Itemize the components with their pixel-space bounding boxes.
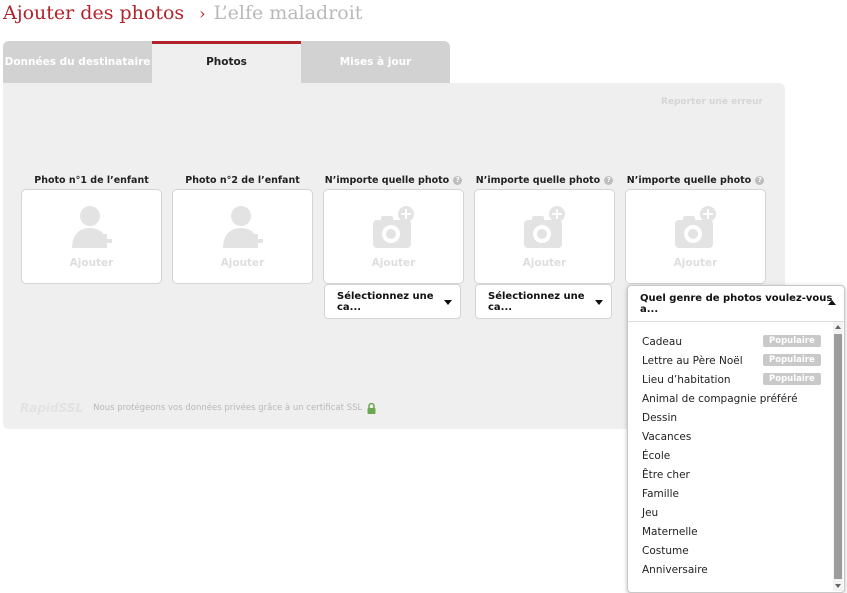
- photo-type-dropdown[interactable]: Quel genre de photos voulez-vous a... Ca…: [627, 285, 845, 593]
- option-label: Costume: [642, 544, 689, 557]
- report-error-link[interactable]: Reporter une erreur: [661, 97, 763, 107]
- tab-bar: Données du destinataire Photos Mises à j…: [3, 41, 450, 83]
- option-label: Dessin: [642, 411, 678, 424]
- category-select-1[interactable]: Sélectionnez une ca...: [324, 284, 461, 319]
- option-label: Jeu: [642, 506, 659, 519]
- upload-box[interactable]: Ajouter: [474, 189, 615, 284]
- dropdown-options: Cadeau Populaire Lettre au Père Noël Popul…: [628, 322, 832, 579]
- ssl-notice: RapidSSL Nous protégeons vos données pri…: [20, 401, 376, 415]
- slot-label: Photo n°2 de l’enfant: [185, 174, 300, 186]
- option-label: Lettre au Père Noël: [642, 354, 743, 367]
- option-ecole[interactable]: École: [628, 446, 832, 465]
- slot-label: N’importe quelle photo: [626, 174, 752, 186]
- help-icon[interactable]: ?: [453, 175, 463, 185]
- slot-label: Photo n°1 de l’enfant: [34, 174, 149, 186]
- page-title: Ajouter des photos: [3, 2, 185, 24]
- option-anniversaire[interactable]: Anniversaire: [628, 560, 832, 579]
- option-label: Lieu d’habitation: [642, 373, 731, 386]
- add-person-icon: [72, 206, 112, 248]
- option-jeu[interactable]: Jeu: [628, 503, 832, 522]
- tab-photos[interactable]: Photos: [152, 41, 301, 83]
- option-label: Vacances: [642, 430, 692, 443]
- upload-box[interactable]: Ajouter: [625, 189, 766, 284]
- page-header: Ajouter des photos › L’elfe maladroit: [3, 2, 362, 28]
- dropdown-scrollbar[interactable]: [833, 322, 843, 591]
- option-cadeau[interactable]: Cadeau Populaire: [628, 332, 832, 351]
- scroll-down-icon[interactable]: [835, 584, 841, 588]
- option-dessin[interactable]: Dessin: [628, 408, 832, 427]
- photo-slot-any-3: N’importe quelle photo? Ajouter: [625, 171, 766, 284]
- option-lettre-pere-noel[interactable]: Lettre au Père Noël Populaire: [628, 351, 832, 370]
- popular-badge: Populaire: [763, 373, 821, 385]
- photo-slot-any-2: N’importe quelle photo? Ajouter: [474, 171, 615, 284]
- option-label: Animal de compagnie préféré: [642, 392, 798, 405]
- chevron-down-icon: [595, 300, 603, 305]
- add-camera-icon: [675, 206, 716, 248]
- add-camera-icon: [373, 206, 414, 248]
- option-famille[interactable]: Famille: [628, 484, 832, 503]
- popular-badge: Populaire: [763, 335, 821, 347]
- add-label: Ajouter: [220, 257, 265, 269]
- dropdown-selected-label: Quel genre de photos voulez-vous a...: [640, 292, 833, 315]
- select-value: Sélectionnez une ca...: [337, 290, 434, 313]
- option-label: Famille: [642, 487, 679, 500]
- add-label: Ajouter: [69, 257, 114, 269]
- option-animal[interactable]: Animal de compagnie préféré: [628, 389, 832, 408]
- option-label: Maternelle: [642, 525, 698, 538]
- add-label: Ajouter: [522, 257, 567, 269]
- option-costume[interactable]: Costume: [628, 541, 832, 560]
- upload-box[interactable]: Ajouter: [172, 189, 313, 284]
- photo-slot-any-1: N’importe quelle photo? Ajouter: [323, 171, 464, 284]
- select-value: Sélectionnez une ca...: [488, 290, 585, 313]
- help-icon[interactable]: ?: [604, 175, 614, 185]
- option-maternelle[interactable]: Maternelle: [628, 522, 832, 541]
- slot-label: N’importe quelle photo: [475, 174, 601, 186]
- photo-slot-child-2: Photo n°2 de l’enfant Ajouter: [172, 171, 313, 284]
- dropdown-header[interactable]: Quel genre de photos voulez-vous a...: [628, 286, 844, 322]
- ssl-text: Nous protégeons vos données privées grâc…: [93, 403, 363, 413]
- category-select-2[interactable]: Sélectionnez une ca...: [475, 284, 612, 319]
- upload-box[interactable]: Ajouter: [21, 189, 162, 284]
- chevron-down-icon: [444, 300, 452, 305]
- upload-box[interactable]: Ajouter: [323, 189, 464, 284]
- lock-icon: [367, 402, 376, 414]
- slot-label: N’importe quelle photo: [324, 174, 450, 186]
- photo-slot-child-1: Photo n°1 de l’enfant Ajouter: [21, 171, 162, 284]
- option-label: Être cher: [642, 468, 690, 481]
- add-label: Ajouter: [371, 257, 416, 269]
- help-icon[interactable]: ?: [755, 175, 765, 185]
- tab-updates[interactable]: Mises à jour: [301, 41, 450, 83]
- option-etre-cher[interactable]: Être cher: [628, 465, 832, 484]
- option-label: École: [642, 449, 671, 462]
- popular-badge: Populaire: [763, 354, 821, 366]
- add-camera-icon: [524, 206, 565, 248]
- scrollbar-thumb[interactable]: [834, 334, 842, 579]
- chevron-up-icon: [828, 300, 836, 305]
- option-label: Cadeau: [642, 335, 682, 348]
- scroll-up-icon[interactable]: [835, 325, 841, 329]
- add-person-icon: [223, 206, 263, 248]
- option-lieu-habitation[interactable]: Lieu d’habitation Populaire: [628, 370, 832, 389]
- tab-recipient-data[interactable]: Données du destinataire: [3, 41, 152, 83]
- product-name: L’elfe maladroit: [213, 2, 363, 24]
- breadcrumb-separator: ›: [199, 4, 206, 23]
- option-label: Anniversaire: [642, 563, 708, 576]
- rapidssl-logo: RapidSSL: [20, 401, 84, 415]
- add-label: Ajouter: [673, 257, 718, 269]
- option-vacances[interactable]: Vacances: [628, 427, 832, 446]
